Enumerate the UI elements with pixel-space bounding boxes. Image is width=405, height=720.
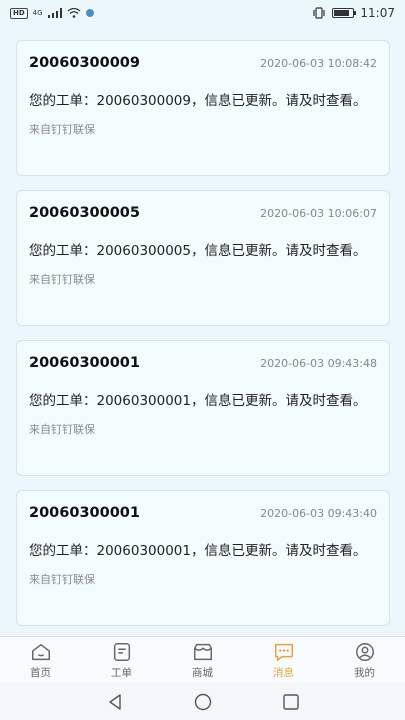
network-type: 4G [32, 9, 43, 17]
message-icon [274, 643, 293, 661]
workorder-icon [113, 642, 130, 661]
message-body: 您的工单：20060300009，信息已更新。请及时查看。 [29, 93, 367, 109]
message-card[interactable]: 20060300001 2020-06-03 09:43:48 您的工单：200… [16, 340, 390, 476]
tab-label: 工单 [111, 666, 132, 679]
wifi-icon [67, 8, 80, 18]
message-body: 您的工单：20060300001，信息已更新。请及时查看。 [29, 393, 367, 409]
message-title: 20060300001 [29, 505, 140, 521]
message-time: 2020-06-03 10:08:42 [260, 57, 377, 70]
message-source: 来自钉钉联保 [29, 573, 95, 586]
signal-icon [47, 8, 62, 18]
tab-label: 我的 [354, 666, 375, 679]
profile-icon [355, 642, 374, 661]
message-title: 20060300009 [29, 55, 140, 71]
tab-label: 商城 [192, 666, 213, 679]
home-circle-icon[interactable] [194, 693, 212, 711]
recent-apps-icon[interactable] [282, 693, 300, 711]
message-time: 2020-06-03 09:43:40 [260, 507, 377, 520]
tab-label: 首页 [30, 666, 51, 679]
message-source: 来自钉钉联保 [29, 423, 95, 436]
battery-icon [332, 8, 357, 18]
message-card[interactable]: 20060300001 2020-06-03 09:43:40 您的工单：200… [16, 490, 390, 626]
system-navigation-bar [0, 683, 405, 720]
message-body: 您的工单：20060300005，信息已更新。请及时查看。 [29, 243, 367, 259]
message-source: 来自钉钉联保 [29, 123, 95, 136]
tab-label: 消息 [273, 666, 294, 679]
status-bar: HD 4G 11:07 [0, 0, 405, 26]
bottom-tab-bar: 首页 工单 商城 消息 我的 [0, 636, 405, 683]
message-card[interactable]: 20060300009 2020-06-03 10:08:42 您的工单：200… [16, 40, 390, 176]
home-icon [31, 643, 50, 660]
store-icon [193, 643, 212, 660]
back-icon[interactable] [106, 693, 124, 711]
tab-messages[interactable]: 消息 [254, 641, 314, 680]
message-title: 20060300001 [29, 355, 140, 371]
tab-home[interactable]: 首页 [11, 641, 71, 680]
message-source: 来自钉钉联保 [29, 273, 95, 286]
tab-profile[interactable]: 我的 [335, 641, 395, 680]
message-title: 20060300005 [29, 205, 140, 221]
tab-store[interactable]: 商城 [173, 641, 233, 680]
message-time: 2020-06-03 09:43:48 [260, 357, 377, 370]
message-list: 20060300009 2020-06-03 10:08:42 您的工单：200… [16, 40, 390, 640]
app-notification-icon [85, 9, 94, 17]
message-body: 您的工单：20060300001，信息已更新。请及时查看。 [29, 543, 367, 559]
hd-icon: HD [10, 7, 28, 19]
message-card[interactable]: 20060300005 2020-06-03 10:06:07 您的工单：200… [16, 190, 390, 326]
vibrate-icon [313, 7, 326, 19]
tab-workorder[interactable]: 工单 [92, 641, 152, 680]
message-time: 2020-06-03 10:06:07 [260, 207, 377, 220]
clock: 11:07 [360, 6, 395, 20]
